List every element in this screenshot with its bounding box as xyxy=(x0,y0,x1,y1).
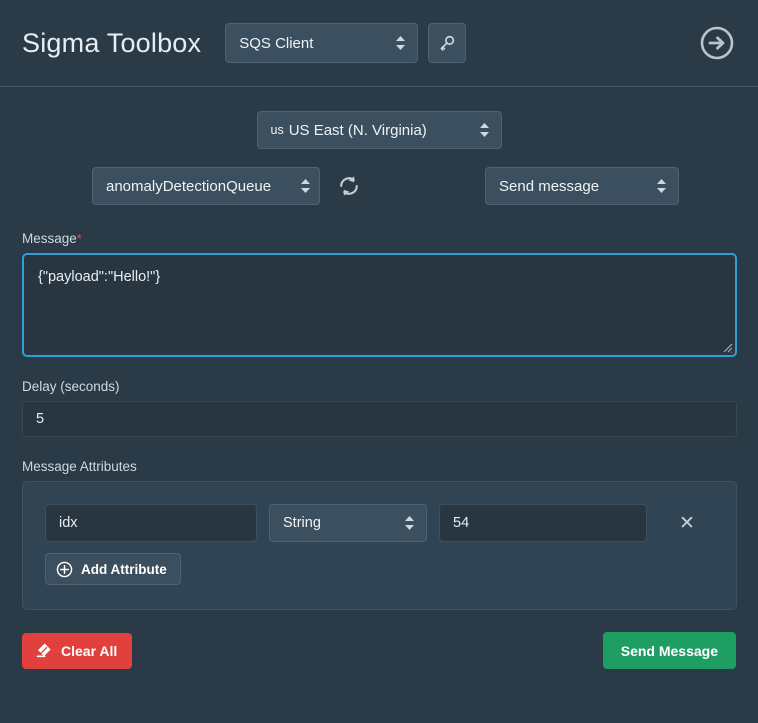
region-row: us US East (N. Virginia) xyxy=(22,87,736,149)
forward-button[interactable] xyxy=(698,24,736,62)
client-select-value: SQS Client xyxy=(239,34,314,52)
attributes-panel: String ✕ xyxy=(22,481,737,610)
key-icon xyxy=(438,34,456,52)
queue-row: anomalyDetectionQueue Send message xyxy=(22,167,736,205)
required-marker: * xyxy=(76,231,82,246)
message-input[interactable] xyxy=(22,253,737,357)
add-attribute-button[interactable]: Add Attribute xyxy=(45,553,181,585)
message-wrapper xyxy=(22,253,737,357)
chevron-updown-icon xyxy=(404,515,415,531)
app-header: Sigma Toolbox SQS Client xyxy=(0,0,758,87)
queue-select[interactable]: anomalyDetectionQueue xyxy=(92,167,320,205)
delay-group: Delay (seconds) xyxy=(22,379,737,437)
clear-all-label: Clear All xyxy=(61,642,118,659)
queue-select-value: anomalyDetectionQueue xyxy=(106,177,272,195)
remove-attribute-button[interactable]: ✕ xyxy=(673,509,701,537)
form-actions: Clear All Send Message xyxy=(22,632,736,669)
attribute-name-input[interactable] xyxy=(45,504,257,542)
delay-label: Delay (seconds) xyxy=(22,379,120,394)
add-attribute-label: Add Attribute xyxy=(81,561,167,577)
client-select[interactable]: SQS Client xyxy=(225,23,419,63)
page-title: Sigma Toolbox xyxy=(22,27,202,58)
send-message-button[interactable]: Send Message xyxy=(602,632,736,669)
message-label: Message* xyxy=(22,231,736,246)
action-select-value: Send message xyxy=(499,177,600,195)
refresh-queues-button[interactable] xyxy=(336,173,362,199)
table-row: String ✕ xyxy=(45,504,714,542)
message-label-text: Message xyxy=(22,231,77,246)
attribute-value-input[interactable] xyxy=(439,504,647,542)
clear-all-button[interactable]: Clear All xyxy=(22,632,133,669)
action-select[interactable]: Send message xyxy=(485,167,679,205)
plus-circle-icon xyxy=(56,561,73,578)
attribute-type-value: String xyxy=(283,515,321,531)
chevron-updown-icon xyxy=(395,35,406,51)
message-group: Message* xyxy=(22,231,737,357)
chevron-updown-icon xyxy=(656,178,667,194)
attribute-type-select[interactable]: String xyxy=(269,504,427,542)
eraser-icon xyxy=(34,641,53,660)
attributes-label: Message Attributes xyxy=(22,459,137,474)
chevron-updown-icon xyxy=(300,178,311,194)
chevron-updown-icon xyxy=(479,122,490,138)
main-content: us US East (N. Virginia) anomalyDetectio… xyxy=(0,87,758,669)
arrow-right-circle-icon xyxy=(699,25,735,61)
region-code: us xyxy=(270,123,284,137)
credentials-button[interactable] xyxy=(428,23,467,63)
region-select[interactable]: us US East (N. Virginia) xyxy=(256,111,502,149)
refresh-icon xyxy=(337,174,361,198)
region-select-value: US East (N. Virginia) xyxy=(288,121,427,139)
delay-input[interactable] xyxy=(22,401,737,437)
attributes-group: Message Attributes String ✕ xyxy=(22,459,737,610)
